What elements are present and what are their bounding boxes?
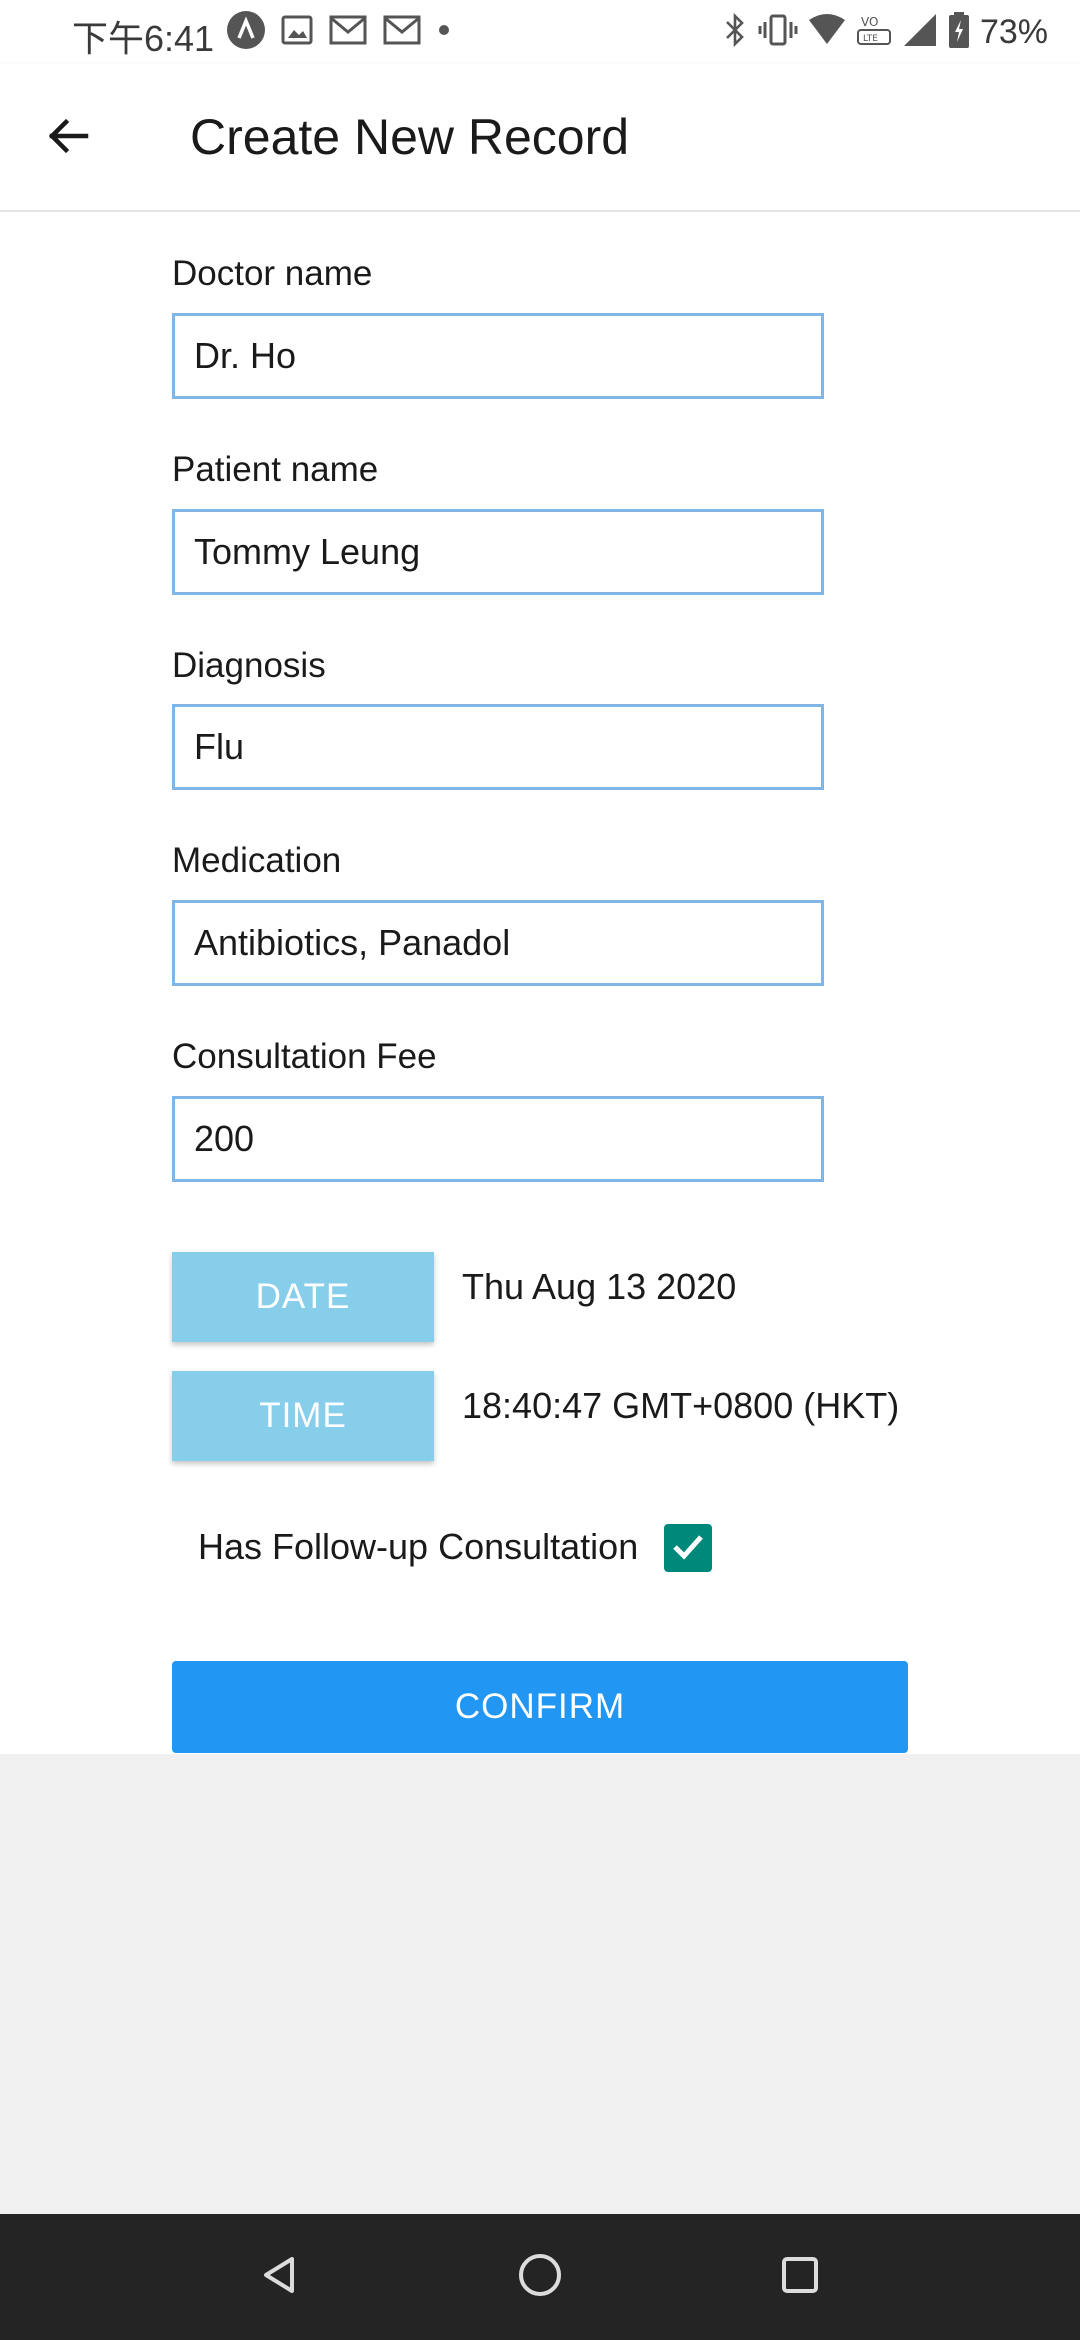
date-button[interactable]: DATE (172, 1252, 434, 1342)
signal-icon (902, 12, 938, 53)
time-button[interactable]: TIME (172, 1371, 434, 1461)
recents-square-icon (778, 2253, 822, 2302)
nav-home-button[interactable] (500, 2237, 580, 2317)
status-time: 下午6:41 (72, 18, 215, 59)
date-value: Thu Aug 13 2020 (462, 1266, 737, 1307)
consultation-fee-label: Consultation Fee (172, 1037, 437, 1076)
patient-name-label: Patient name (172, 450, 379, 489)
system-icons: VO LTE 73% (722, 10, 1048, 54)
back-triangle-icon (258, 2253, 302, 2302)
checkmark-icon (668, 1526, 708, 1571)
nav-back-button[interactable] (240, 2237, 320, 2317)
consultation-fee-input[interactable] (172, 1096, 824, 1182)
doctor-name-label: Doctor name (172, 254, 373, 293)
wifi-icon (808, 13, 846, 52)
vibrate-icon (758, 12, 798, 53)
confirm-button[interactable]: CONFIRM (172, 1661, 908, 1753)
medication-label: Medication (172, 841, 342, 880)
gmail-icon (382, 13, 422, 52)
gmail-icon (328, 13, 368, 52)
app-bar: Create New Record (0, 64, 1080, 212)
svg-text:LTE: LTE (863, 34, 878, 44)
back-button[interactable] (36, 106, 100, 170)
dot-icon (436, 22, 452, 43)
battery-percentage: 73% (979, 12, 1048, 51)
doctor-name-input[interactable] (172, 313, 824, 399)
diagnosis-input[interactable] (172, 704, 824, 790)
medication-input[interactable] (172, 900, 824, 986)
nav-recents-button[interactable] (760, 2237, 840, 2317)
followup-label: Has Follow-up Consultation (198, 1526, 639, 1567)
diagnosis-label: Diagnosis (172, 646, 326, 685)
followup-checkbox[interactable] (664, 1524, 712, 1572)
battery-icon (948, 11, 970, 54)
app-logo-icon (226, 10, 266, 55)
navigation-bar (0, 2214, 1080, 2340)
home-circle-icon (516, 2251, 564, 2304)
bluetooth-icon (722, 12, 748, 53)
notification-icons (226, 10, 452, 55)
time-value: 18:40:47 GMT+0800 (HKT) (462, 1385, 900, 1426)
svg-text:VO: VO (861, 15, 878, 29)
page-title: Create New Record (190, 109, 630, 165)
status-bar: 下午6:41 VO LTE 73% (0, 0, 1080, 64)
record-form: Doctor name Patient name Diagnosis Medic… (0, 212, 1080, 1754)
arrow-back-icon (44, 112, 92, 165)
volte-icon: VO LTE (856, 12, 892, 53)
patient-name-input[interactable] (172, 509, 824, 595)
image-icon (280, 13, 314, 52)
